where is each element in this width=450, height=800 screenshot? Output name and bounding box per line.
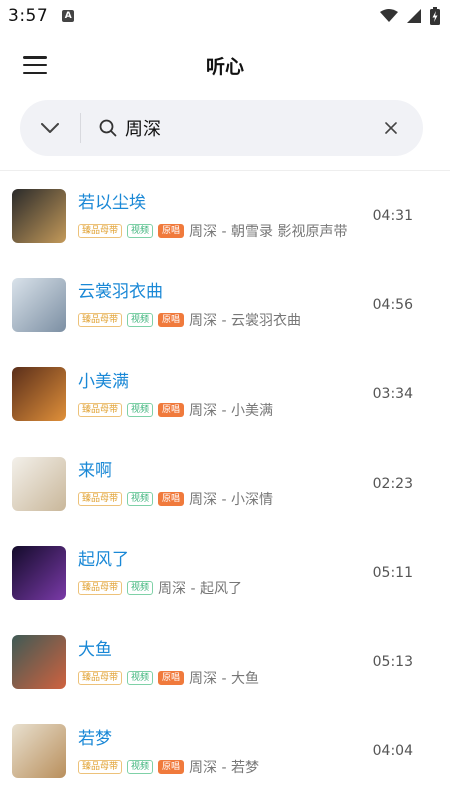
- song-duration: 04:56: [372, 296, 413, 313]
- song-meta: 臻品母带 视频 原唱 周深 - 小深情: [78, 490, 368, 508]
- song-duration: 05:13: [372, 654, 413, 671]
- chevron-down-icon[interactable]: [20, 100, 80, 156]
- search-divider: [80, 113, 81, 143]
- status-time: 3:57: [8, 6, 49, 26]
- album-cover: [12, 188, 66, 243]
- close-icon[interactable]: [381, 118, 401, 138]
- video-badge: 视频: [127, 313, 154, 328]
- album-cover: [12, 367, 66, 422]
- video-badge: 视频: [127, 402, 154, 417]
- master-quality-badge: 臻品母带: [78, 402, 123, 417]
- original-badge: 原唱: [158, 759, 185, 774]
- original-badge: 原唱: [158, 670, 185, 685]
- app-bar: 听心: [0, 40, 450, 90]
- song-list: 若以尘埃 臻品母带 视频 原唱 周深 - 朝雪录 影视原声带 04:31 云裳羽衣曲 臻品母带…: [0, 171, 450, 796]
- song-meta: 臻品母带 视频 原唱 周深 - 云裳羽衣曲: [78, 311, 368, 329]
- album-cover: [12, 277, 66, 332]
- signal-icon: [407, 9, 421, 23]
- song-duration: 05:11: [372, 564, 413, 581]
- song-duration: 04:31: [372, 207, 413, 224]
- song-title: 若梦: [78, 728, 112, 749]
- song-artist-album: 周深 - 若梦: [189, 759, 259, 776]
- song-duration: 03:34: [372, 386, 413, 403]
- master-quality-badge: 臻品母带: [78, 492, 123, 507]
- song-row[interactable]: 来啊 臻品母带 视频 原唱 周深 - 小深情 02:23: [0, 439, 450, 528]
- song-row[interactable]: 云裳羽衣曲 臻品母带 视频 原唱 周深 - 云裳羽衣曲 04:56: [0, 260, 450, 349]
- battery-icon: [430, 7, 440, 25]
- song-meta: 臻品母带 视频 原唱 周深 - 若梦: [78, 758, 368, 776]
- song-artist-album: 周深 - 朝雪录 影视原声带: [189, 224, 348, 241]
- song-artist-album: 周深 - 大鱼: [189, 670, 259, 687]
- song-meta: 臻品母带 视频 周深 - 起风了: [78, 579, 368, 597]
- song-info: 云裳羽衣曲臻品母带 视频 原唱 周深 - 云裳羽衣曲: [78, 280, 368, 329]
- song-row[interactable]: 大鱼 臻品母带 视频 原唱 周深 - 大鱼 05:13: [0, 617, 450, 706]
- song-title: 来啊: [78, 461, 112, 482]
- master-quality-badge: 臻品母带: [78, 759, 123, 774]
- album-cover: [12, 545, 66, 600]
- album-cover: [12, 456, 66, 511]
- song-row[interactable]: 若梦 臻品母带 视频 原唱 周深 - 若梦 04:04: [0, 707, 450, 796]
- song-artist-album: 周深 - 小美满: [189, 402, 273, 419]
- song-meta: 臻品母带 视频 原唱 周深 - 大鱼: [78, 669, 368, 687]
- original-badge: 原唱: [158, 402, 185, 417]
- original-badge: 原唱: [158, 492, 185, 507]
- song-info: 起风了臻品母带 视频 周深 - 起风了: [78, 548, 368, 597]
- song-info: 小美满臻品母带 视频 原唱 周深 - 小美满: [78, 370, 368, 419]
- song-title: 小美满: [78, 371, 129, 392]
- album-cover: [12, 635, 66, 690]
- song-row[interactable]: 小美满 臻品母带 视频 原唱 周深 - 小美满 03:34: [0, 350, 450, 439]
- song-info: 大鱼臻品母带 视频 原唱 周深 - 大鱼: [78, 638, 368, 687]
- wifi-icon: [380, 9, 398, 22]
- original-badge: 原唱: [158, 224, 185, 239]
- song-title: 起风了: [78, 550, 129, 571]
- status-bar: 3:57 A: [0, 0, 450, 32]
- album-cover: [12, 724, 66, 779]
- song-meta: 臻品母带 视频 原唱 周深 - 朝雪录 影视原声带: [78, 222, 368, 240]
- search-input[interactable]: [125, 117, 345, 139]
- search-bar: [20, 100, 423, 156]
- video-badge: 视频: [127, 492, 154, 507]
- song-info: 若以尘埃臻品母带 视频 原唱 周深 - 朝雪录 影视原声带: [78, 191, 368, 240]
- video-badge: 视频: [127, 224, 154, 239]
- song-meta: 臻品母带 视频 原唱 周深 - 小美满: [78, 401, 368, 419]
- menu-icon[interactable]: [22, 54, 48, 76]
- song-artist-album: 周深 - 小深情: [189, 492, 273, 509]
- song-row[interactable]: 若以尘埃 臻品母带 视频 原唱 周深 - 朝雪录 影视原声带 04:31: [0, 171, 450, 260]
- song-info: 来啊臻品母带 视频 原唱 周深 - 小深情: [78, 459, 368, 508]
- page-title: 听心: [205, 55, 244, 78]
- search-icon: [99, 117, 121, 139]
- master-quality-badge: 臻品母带: [78, 313, 123, 328]
- song-duration: 02:23: [372, 475, 413, 492]
- video-badge: 视频: [127, 670, 154, 685]
- master-quality-badge: 臻品母带: [78, 581, 123, 596]
- song-row[interactable]: 起风了 臻品母带 视频 周深 - 起风了 05:11: [0, 528, 450, 617]
- status-icons: [380, 7, 440, 25]
- song-artist-album: 周深 - 云裳羽衣曲: [189, 313, 301, 330]
- master-quality-badge: 臻品母带: [78, 224, 123, 239]
- original-badge: 原唱: [158, 313, 185, 328]
- song-duration: 04:04: [372, 743, 413, 760]
- song-artist-album: 周深 - 起风了: [158, 581, 242, 598]
- song-title: 云裳羽衣曲: [78, 282, 163, 303]
- master-quality-badge: 臻品母带: [78, 670, 123, 685]
- video-badge: 视频: [127, 581, 154, 596]
- song-title: 大鱼: [78, 639, 112, 660]
- video-badge: 视频: [127, 759, 154, 774]
- song-title: 若以尘埃: [78, 193, 146, 214]
- notification-icon: A: [62, 10, 75, 22]
- song-info: 若梦臻品母带 视频 原唱 周深 - 若梦: [78, 727, 368, 776]
